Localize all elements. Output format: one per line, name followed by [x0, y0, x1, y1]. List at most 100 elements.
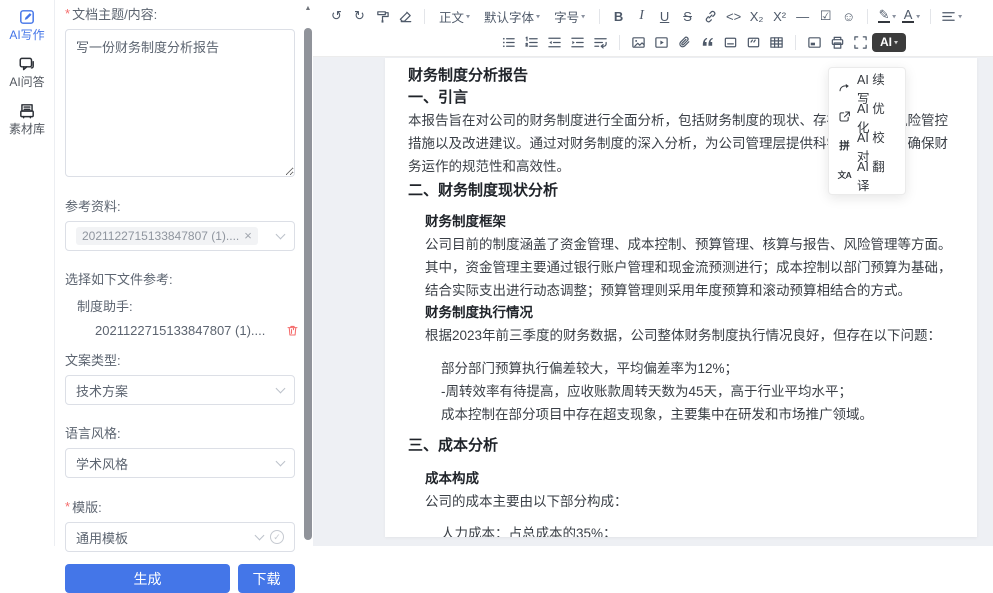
subscript-icon: X₂ — [750, 9, 764, 24]
font-color-icon: A — [904, 9, 913, 20]
generate-button[interactable]: 生成 — [65, 564, 230, 593]
link-button[interactable] — [699, 4, 722, 28]
ai-proofread-icon: 拼 — [837, 138, 852, 153]
print-icon — [830, 35, 845, 50]
horizontal-rule-button[interactable]: — — [791, 4, 814, 28]
scrollbar-thumb[interactable] — [304, 28, 312, 540]
doc-type-select[interactable]: 技术方案 — [65, 375, 295, 405]
bold-icon: B — [614, 9, 623, 24]
insert-video-button[interactable] — [650, 30, 673, 54]
style-select[interactable]: 学术风格 — [65, 448, 295, 478]
reference-select[interactable]: 2021122715133847807 (1).... × — [65, 221, 295, 251]
link-icon — [703, 9, 718, 24]
chevron-down-icon — [276, 457, 286, 467]
emoji-button[interactable]: ☺ — [837, 4, 860, 28]
topic-label: * 文档主题/内容: — [65, 4, 303, 23]
template-select[interactable]: 通用模板 ✓ — [65, 522, 295, 552]
caret-down-icon: ▾ — [892, 12, 896, 20]
tag-close-icon[interactable]: × — [244, 231, 252, 241]
insert-divider-button[interactable] — [719, 30, 742, 54]
format-painter-icon — [375, 9, 390, 24]
topic-input[interactable]: 写一份财务制度分析报告 — [65, 29, 295, 177]
undo-icon: ↺ — [331, 8, 342, 24]
paragraph-style-dropdown[interactable]: 正文 ▾ — [432, 4, 477, 28]
toolbar-divider — [795, 35, 796, 50]
download-button[interactable]: 下载 — [238, 564, 295, 593]
bullet-list-icon — [501, 35, 516, 50]
indent-button[interactable] — [566, 30, 589, 54]
task-list-button[interactable]: ☑ — [814, 4, 837, 28]
divider-box-icon — [723, 35, 738, 50]
ai-translate-icon: 文A — [837, 169, 852, 181]
underline-button[interactable]: U — [653, 4, 676, 28]
scroll-up-arrow[interactable]: ▲ — [303, 5, 313, 12]
font-size-dropdown[interactable]: 字号 ▾ — [547, 4, 592, 28]
format-painter-button[interactable] — [371, 4, 394, 28]
code-block-icon — [746, 35, 761, 50]
ai-optimize-icon — [837, 110, 852, 123]
outdent-button[interactable] — [543, 30, 566, 54]
attachment-button[interactable] — [673, 30, 696, 54]
fullscreen-button[interactable] — [849, 30, 872, 54]
checkbox-icon: ☑ — [820, 8, 832, 24]
font-family-dropdown[interactable]: 默认字体 ▾ — [477, 4, 547, 28]
style-label: 语言风格: — [65, 423, 303, 442]
redo-icon: ↻ — [354, 8, 365, 24]
code-icon: <> — [726, 9, 741, 24]
ai-tools-dropdown[interactable]: AI ▾ — [872, 33, 906, 52]
quote-icon — [700, 35, 715, 50]
align-left-icon — [941, 9, 956, 24]
reference-file-name: 2021122715133847807 (1).... — [95, 323, 286, 338]
app-window: AI写作 AI问答 素材库 * 文档主题/内容: 写一份财务制度分析报告 参考资… — [0, 0, 993, 546]
print-button[interactable] — [826, 30, 849, 54]
font-color-button[interactable]: A ▾ — [899, 4, 923, 28]
clear-format-button[interactable] — [394, 4, 417, 28]
ordered-list-icon — [524, 35, 539, 50]
subscript-button[interactable]: X₂ — [745, 4, 768, 28]
horizontal-rule-icon: — — [796, 9, 809, 24]
nav-item-ai-writing[interactable]: AI写作 — [0, 8, 54, 43]
ai-continue-icon — [837, 81, 852, 94]
doc-paragraph: 公司的成本主要由以下部分构成： — [425, 490, 959, 513]
ordered-list-button[interactable] — [520, 30, 543, 54]
trash-icon[interactable] — [286, 324, 299, 337]
reference-label: 参考资料: — [65, 196, 303, 215]
highlight-color-button[interactable]: ✎ ▾ — [875, 4, 899, 28]
blockquote-button[interactable] — [696, 30, 719, 54]
doc-heading: 三、成本分析 — [408, 435, 959, 457]
insert-table-button[interactable] — [765, 30, 788, 54]
menu-item-ai-translate[interactable]: 文A AI 翻译 — [829, 160, 905, 189]
document-edit-icon — [0, 8, 54, 26]
left-nav-rail: AI写作 AI问答 素材库 — [0, 0, 55, 546]
check-circle-icon: ✓ — [270, 530, 284, 544]
generation-form-panel: * 文档主题/内容: 写一份财务制度分析报告 参考资料: 20211227151… — [56, 0, 303, 546]
toolbar-row-1: ↺ ↻ 正文 ▾ 默认字体 ▾ 字号 ▾ — [325, 3, 993, 29]
code-block-button[interactable] — [742, 30, 765, 54]
nav-label: AI问答 — [0, 74, 54, 90]
doc-list-item: -周转效率有待提高，应收账款周转天数为45天，高于行业平均水平； — [441, 380, 959, 403]
insert-image-button[interactable] — [627, 30, 650, 54]
inset-box-icon — [807, 35, 822, 50]
editor-toolbar: ↺ ↻ 正文 ▾ 默认字体 ▾ 字号 ▾ — [313, 0, 993, 57]
underline-icon: U — [660, 9, 669, 24]
text-wrap-button[interactable] — [589, 30, 612, 54]
nav-item-ai-qa[interactable]: AI问答 — [0, 55, 54, 90]
undo-button[interactable]: ↺ — [325, 4, 348, 28]
preview-button[interactable] — [803, 30, 826, 54]
align-dropdown[interactable]: ▾ — [938, 4, 965, 28]
doc-subheading: 财务制度执行情况 — [425, 302, 959, 324]
doc-type-label: 文案类型: — [65, 350, 303, 369]
chevron-down-icon — [276, 230, 286, 240]
superscript-button[interactable]: X² — [768, 4, 791, 28]
code-button[interactable]: <> — [722, 4, 745, 28]
nav-item-material-library[interactable]: 素材库 — [0, 102, 54, 137]
table-icon — [769, 35, 784, 50]
caret-down-icon: ▾ — [466, 12, 470, 20]
strikethrough-button[interactable]: S — [676, 4, 699, 28]
caret-down-icon: ▾ — [581, 12, 585, 20]
redo-button[interactable]: ↻ — [348, 4, 371, 28]
bullet-list-button[interactable] — [497, 30, 520, 54]
reference-file-row: 2021122715133847807 (1).... — [95, 323, 299, 338]
bold-button[interactable]: B — [607, 4, 630, 28]
italic-button[interactable]: I — [630, 4, 653, 28]
